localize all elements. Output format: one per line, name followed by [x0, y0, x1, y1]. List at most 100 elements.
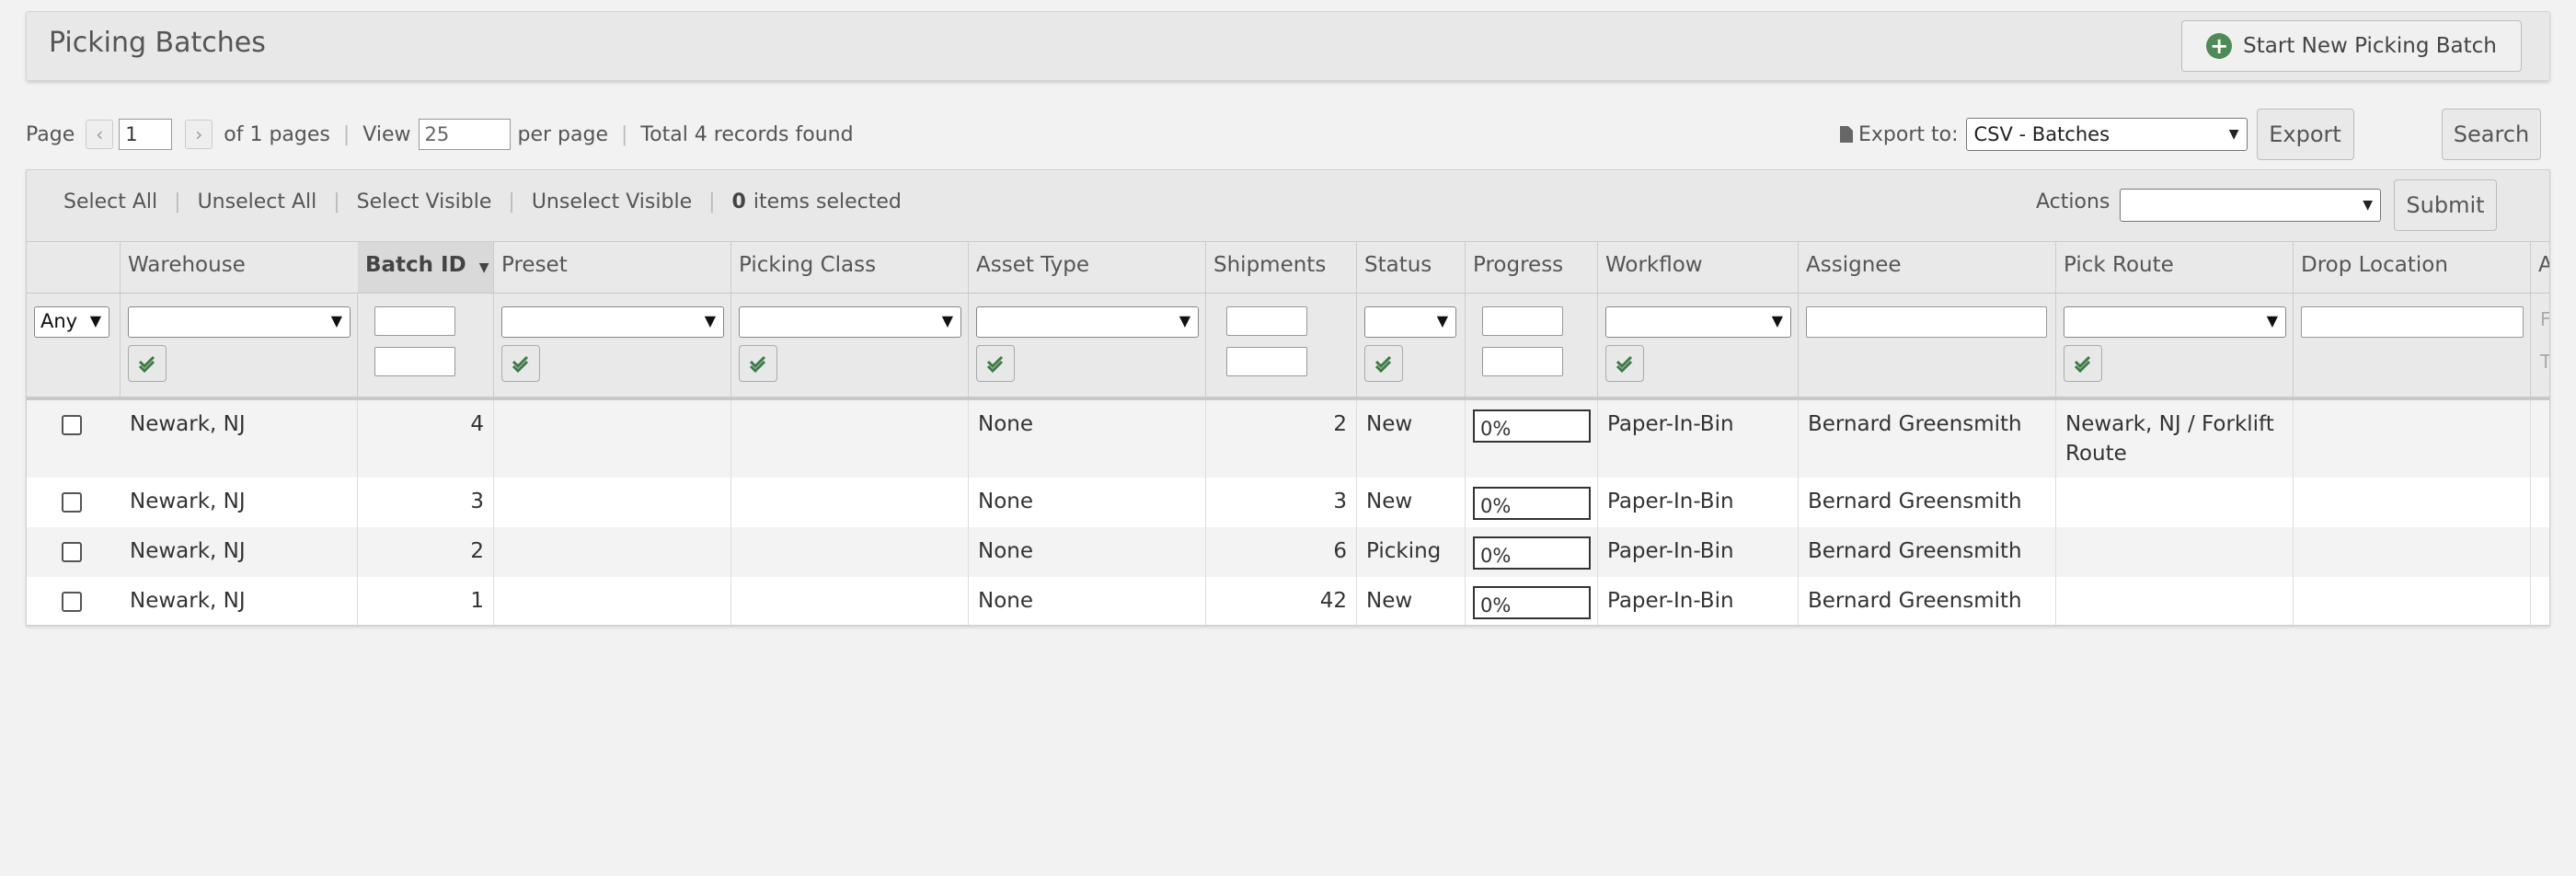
batch-id-from-input[interactable]: [374, 306, 455, 336]
picking-class-filter-select[interactable]: ▼: [739, 306, 961, 338]
row-checkbox[interactable]: [62, 492, 82, 513]
batches-table-panel: Select All | Unselect All | Select Visib…: [26, 169, 2550, 626]
next-page-button[interactable]: ›: [185, 120, 213, 149]
select-all-link[interactable]: Select All: [63, 190, 157, 213]
divider: |: [708, 190, 716, 213]
status-filter-select[interactable]: ▼: [1364, 306, 1456, 338]
progress-cell: 0%: [1466, 527, 1598, 577]
status-cell: New: [1357, 478, 1466, 527]
export-format-select[interactable]: CSV - Batches ▼: [1965, 118, 2248, 151]
batch-id-cell[interactable]: 3: [358, 478, 494, 527]
export-format-value: CSV - Batches: [1973, 123, 2110, 145]
batch-id-cell[interactable]: 2: [358, 527, 494, 577]
row-checkbox[interactable]: [62, 592, 82, 612]
column-header-pick-route[interactable]: Pick Route: [2056, 242, 2294, 294]
batch-id-cell[interactable]: 4: [358, 400, 494, 478]
column-header-progress[interactable]: Progress: [1466, 242, 1598, 294]
asset-type-cell: None: [969, 577, 1206, 625]
picking-class-cell: [731, 527, 969, 577]
filter-cell: F T: [2531, 294, 2549, 397]
double-check-icon: [1616, 355, 1633, 374]
preset-cell: [494, 577, 731, 625]
submit-button[interactable]: Submit: [2394, 179, 2497, 231]
page-header: Picking Batches + Start New Picking Batc…: [26, 11, 2550, 81]
workflow-cell: Paper-In-Bin: [1598, 527, 1799, 577]
unselect-all-link[interactable]: Unselect All: [198, 190, 317, 213]
start-new-picking-batch-button[interactable]: + Start New Picking Batch: [2181, 20, 2522, 72]
row-checkbox[interactable]: [62, 542, 82, 562]
apply-filter-button[interactable]: [1364, 345, 1403, 382]
column-header-select: [27, 242, 121, 294]
select-visible-link[interactable]: Select Visible: [357, 190, 492, 213]
batch-id-cell[interactable]: 1: [358, 577, 494, 625]
progress-from-input[interactable]: [1482, 306, 1563, 336]
progress-to-input[interactable]: [1482, 347, 1563, 376]
workflow-cell: Paper-In-Bin: [1598, 577, 1799, 625]
apply-filter-button[interactable]: [976, 345, 1015, 382]
asset-type-filter-select[interactable]: ▼: [976, 306, 1199, 338]
pick-route-filter-select[interactable]: ▼: [2064, 306, 2286, 338]
double-check-icon: [512, 355, 529, 374]
pick-route-cell: [2056, 577, 2294, 625]
apply-filter-button[interactable]: [128, 345, 167, 382]
progress-indicator: 0%: [1473, 409, 1591, 443]
preset-cell: [494, 478, 731, 527]
column-header-status[interactable]: Status: [1357, 242, 1466, 294]
pick-route-line: Route: [2065, 442, 2127, 466]
prev-page-button[interactable]: ‹: [86, 120, 114, 149]
progress-cell: 0%: [1466, 577, 1598, 625]
per-page-input[interactable]: [418, 119, 511, 150]
warehouse-filter-select[interactable]: ▼: [128, 306, 351, 338]
column-header-shipments[interactable]: Shipments: [1206, 242, 1357, 294]
assignee-filter-input[interactable]: [1806, 306, 2047, 338]
column-header-batch-id[interactable]: Batch ID ▼: [358, 242, 494, 294]
drop-location-filter-input[interactable]: [2301, 306, 2524, 338]
assignee-cell: Bernard Greensmith: [1799, 577, 2056, 625]
shipments-cell: 6: [1206, 527, 1357, 577]
filter-cell: ▼: [2056, 294, 2294, 397]
column-header-picking-class[interactable]: Picking Class: [731, 242, 969, 294]
page-number-input[interactable]: [119, 119, 173, 150]
unselect-visible-link[interactable]: Unselect Visible: [532, 190, 692, 213]
column-header-more[interactable]: A: [2531, 242, 2549, 294]
preset-filter-select[interactable]: ▼: [501, 306, 724, 338]
apply-filter-button[interactable]: [739, 345, 777, 382]
batch-id-header-label: Batch ID: [365, 253, 466, 277]
shipments-to-input[interactable]: [1226, 347, 1307, 376]
chevron-right-icon: ›: [195, 123, 203, 145]
column-header-asset-type[interactable]: Asset Type: [969, 242, 1206, 294]
column-header-preset[interactable]: Preset: [494, 242, 731, 294]
apply-filter-button[interactable]: [501, 345, 540, 382]
column-header-workflow[interactable]: Workflow: [1598, 242, 1799, 294]
double-check-icon: [138, 355, 155, 374]
column-header-assignee[interactable]: Assignee: [1799, 242, 2056, 294]
chevron-down-icon: ▼: [330, 312, 342, 329]
asset-type-cell: None: [969, 478, 1206, 527]
filter-cell: [1799, 294, 2056, 397]
per-page-label: per page: [517, 122, 608, 146]
status-cell: Picking: [1357, 527, 1466, 577]
row-checkbox[interactable]: [62, 415, 82, 435]
export-button[interactable]: Export: [2256, 109, 2354, 160]
column-header-drop-location[interactable]: Drop Location: [2294, 242, 2531, 294]
total-records-text: Total 4 records found: [640, 122, 854, 146]
export-button-label: Export: [2269, 121, 2341, 147]
apply-filter-button[interactable]: [1605, 345, 1644, 382]
batch-id-to-input[interactable]: [374, 347, 455, 376]
actions-label: Actions: [2036, 190, 2110, 213]
actions-select[interactable]: ▼: [2120, 189, 2381, 222]
sort-desc-icon: ▼: [478, 260, 489, 275]
chevron-down-icon: ▼: [2363, 198, 2373, 213]
any-filter-select[interactable]: Any ▼: [34, 306, 109, 338]
any-filter-value: Any: [40, 310, 78, 332]
shipments-from-input[interactable]: [1226, 306, 1307, 336]
table-row: Newark, NJ 4 None 2 New 0% Paper-In-Bin …: [27, 400, 2549, 478]
filter-cell: Any ▼: [27, 294, 121, 397]
search-button[interactable]: Search: [2442, 109, 2541, 160]
pager: Page ‹ › of 1 pages | View per page | To…: [26, 116, 854, 153]
double-check-icon: [986, 355, 1004, 374]
table-row: Newark, NJ 2 None 6 Picking 0% Paper-In-…: [27, 527, 2549, 577]
apply-filter-button[interactable]: [2064, 345, 2102, 382]
workflow-filter-select[interactable]: ▼: [1605, 306, 1791, 338]
assignee-cell: Bernard Greensmith: [1799, 478, 2056, 527]
